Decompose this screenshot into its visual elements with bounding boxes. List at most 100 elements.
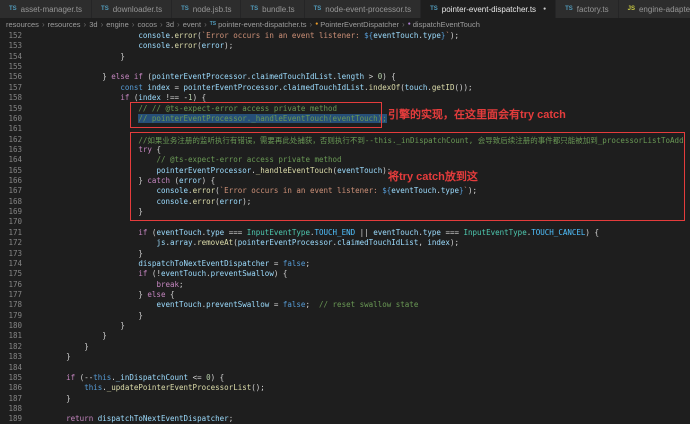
code-line[interactable]: 163 try { (0, 145, 690, 155)
line-number: 181 (8, 331, 22, 341)
code-line[interactable]: 188 (0, 404, 690, 414)
code-line[interactable]: 162 //如果业务注册的监听执行有错误，需要再此处捕获，否则执行不到--thi… (0, 135, 690, 145)
line-number: 167 (8, 186, 22, 196)
ts-file-icon: TS (101, 6, 109, 12)
code-line[interactable]: 157 const index = pointerEventProcessor.… (0, 83, 690, 93)
code-line[interactable]: 155 (0, 62, 690, 72)
code-line[interactable]: 175 if (!eventTouch.preventSwallow) { (0, 269, 690, 279)
code-line[interactable]: 185 if (--this._inDispatchCount <= 0) { (0, 373, 690, 383)
code-line[interactable]: 170 (0, 217, 690, 227)
tab-factory.ts[interactable]: TS factory.ts (556, 0, 619, 18)
breadcrumb-item-resources[interactable]: resources (6, 20, 39, 29)
line-text: if (!eventTouch.preventSwallow) { (138, 269, 288, 279)
line-number: 156 (8, 72, 22, 82)
line-number: 189 (8, 414, 22, 424)
breadcrumb-separator-icon: › (41, 20, 45, 29)
code-line[interactable]: 161 (0, 124, 690, 134)
line-number: 186 (8, 383, 22, 393)
breadcrumb-label: pointer-event-dispatcher.ts (218, 20, 307, 29)
code-line[interactable]: 177 } else { (0, 290, 690, 300)
symbol-method-icon: ● (407, 21, 411, 27)
code-line[interactable]: 160 // pointerEventProcessor._handleEven… (0, 113, 690, 124)
line-number: 179 (8, 310, 22, 320)
code-line[interactable]: 153 console.error(error); (0, 41, 690, 51)
line-text (30, 404, 35, 414)
line-text (30, 363, 35, 373)
ts-file-icon: TS (9, 6, 17, 12)
line-text: if (--this._inDispatchCount <= 0) { (66, 372, 225, 382)
code-line[interactable]: 171 if (eventTouch.type === InputEventTy… (0, 228, 690, 238)
line-number: 172 (8, 238, 22, 248)
code-line[interactable]: 166 } catch (error) { (0, 176, 690, 186)
breadcrumb-item-pointer-event-dispatcher.ts[interactable]: TS pointer-event-dispatcher.ts (210, 20, 307, 29)
breadcrumb-item-engine[interactable]: engine (106, 20, 129, 29)
tab-label: node-event-processor.ts (325, 4, 412, 14)
breadcrumb-label: resources (6, 20, 39, 29)
code-line[interactable]: 174 dispatchToNextEventDispatcher = fals… (0, 259, 690, 269)
code-line[interactable]: 156 } else if (pointerEventProcessor.cla… (0, 72, 690, 82)
code-line[interactable]: 184 (0, 363, 690, 373)
tab-pointer-event-dispatcher.ts[interactable]: TS pointer-event-dispatcher.ts ● (421, 0, 557, 18)
ts-file-icon: TS (313, 6, 322, 12)
breadcrumb-item-3d[interactable]: 3d (166, 20, 174, 29)
breadcrumb-separator-icon: › (309, 20, 313, 29)
code-line[interactable]: 158 if (index !== -1) { (0, 93, 690, 103)
breadcrumb-separator-icon: › (204, 20, 207, 29)
tab-bundle.ts[interactable]: TS bundle.ts (241, 0, 305, 18)
code-line[interactable]: 168 console.error(error); (0, 197, 690, 207)
tab-label: node.jsb.ts (192, 4, 232, 14)
breadcrumb-item-PointerEventDispatcher[interactable]: ● PointerEventDispatcher (315, 20, 399, 29)
code-line[interactable]: 181 } (0, 331, 690, 341)
code-line[interactable]: 182 } (0, 342, 690, 352)
tab-engine-adapter.js[interactable]: JSengine-adapter.js (618, 0, 690, 18)
code-line[interactable]: 165 pointerEventProcessor._handleEventTo… (0, 166, 690, 176)
tab-node.jsb.ts[interactable]: TS node.jsb.ts (172, 0, 242, 18)
code-line[interactable]: 178 eventTouch.preventSwallow = false; /… (0, 300, 690, 310)
code-line[interactable]: 176 break; (0, 280, 690, 290)
code-line[interactable]: 167 console.error(`Error occurs in an ev… (0, 186, 690, 196)
code-line[interactable]: 154 } (0, 52, 690, 62)
line-number: 163 (8, 144, 22, 154)
line-text: // // @ts-expect-error access private me… (138, 103, 338, 113)
code-line[interactable]: 159 // // @ts-expect-error access privat… (0, 104, 690, 114)
code-line[interactable]: 173 } (0, 249, 690, 259)
code-line[interactable]: 189 return dispatchToNextEventDispatcher… (0, 414, 690, 424)
line-number: 176 (8, 279, 22, 289)
line-number: 160 (8, 113, 22, 123)
breadcrumb-item-dispatchEventTouch[interactable]: ● dispatchEventTouch (408, 20, 480, 29)
line-text: } (138, 310, 143, 320)
code-editor[interactable]: 152 console.error(`Error occurs in an ev… (0, 31, 690, 424)
breadcrumb-item-cocos[interactable]: cocos (137, 20, 157, 29)
code-line[interactable]: 169 } (0, 207, 690, 217)
line-text: eventTouch.preventSwallow = false; // re… (156, 300, 419, 310)
line-text: this._updatePointerEventProcessorList(); (84, 383, 265, 393)
line-text (30, 217, 35, 227)
code-line[interactable]: 172 js.array.removeAt(pointerEventProces… (0, 238, 690, 248)
tab-asset-manager.ts[interactable]: TS asset-manager.ts (0, 0, 93, 18)
code-line[interactable]: 164 // @ts-expect-error access private m… (0, 155, 690, 165)
line-text: // pointerEventProcessor._handleEventTou… (138, 113, 387, 123)
line-text: } (102, 331, 107, 341)
tab-label: pointer-event-dispatcher.ts (441, 4, 537, 14)
code-line[interactable]: 187 } (0, 394, 690, 404)
code-line[interactable]: 180 } (0, 321, 690, 331)
js-file-icon: JS (627, 6, 635, 12)
breadcrumb-item-3d[interactable]: 3d (89, 20, 97, 29)
breadcrumb-separator-icon: › (177, 20, 180, 29)
line-number: 168 (8, 196, 22, 206)
tab-downloader.ts[interactable]: TS downloader.ts (92, 0, 173, 18)
breadcrumb-label: PointerEventDispatcher (320, 20, 400, 29)
code-line[interactable]: 152 console.error(`Error occurs in an ev… (0, 31, 690, 41)
line-text (30, 124, 35, 134)
code-line[interactable]: 186 this._updatePointerEventProcessorLis… (0, 383, 690, 393)
tab-node-event-processor.ts[interactable]: TS node-event-processor.ts (304, 0, 422, 18)
line-text: } (138, 207, 143, 217)
breadcrumb-item-event[interactable]: event (183, 20, 201, 29)
code-line[interactable]: 183 } (0, 352, 690, 362)
code-line[interactable]: 179 } (0, 311, 690, 321)
breadcrumb-item-resources[interactable]: resources (48, 20, 81, 29)
ts-file-icon: TS (565, 6, 573, 12)
tab-label: downloader.ts (112, 4, 163, 14)
line-text: } (120, 51, 125, 61)
modified-dot-icon[interactable]: ● (543, 6, 546, 12)
